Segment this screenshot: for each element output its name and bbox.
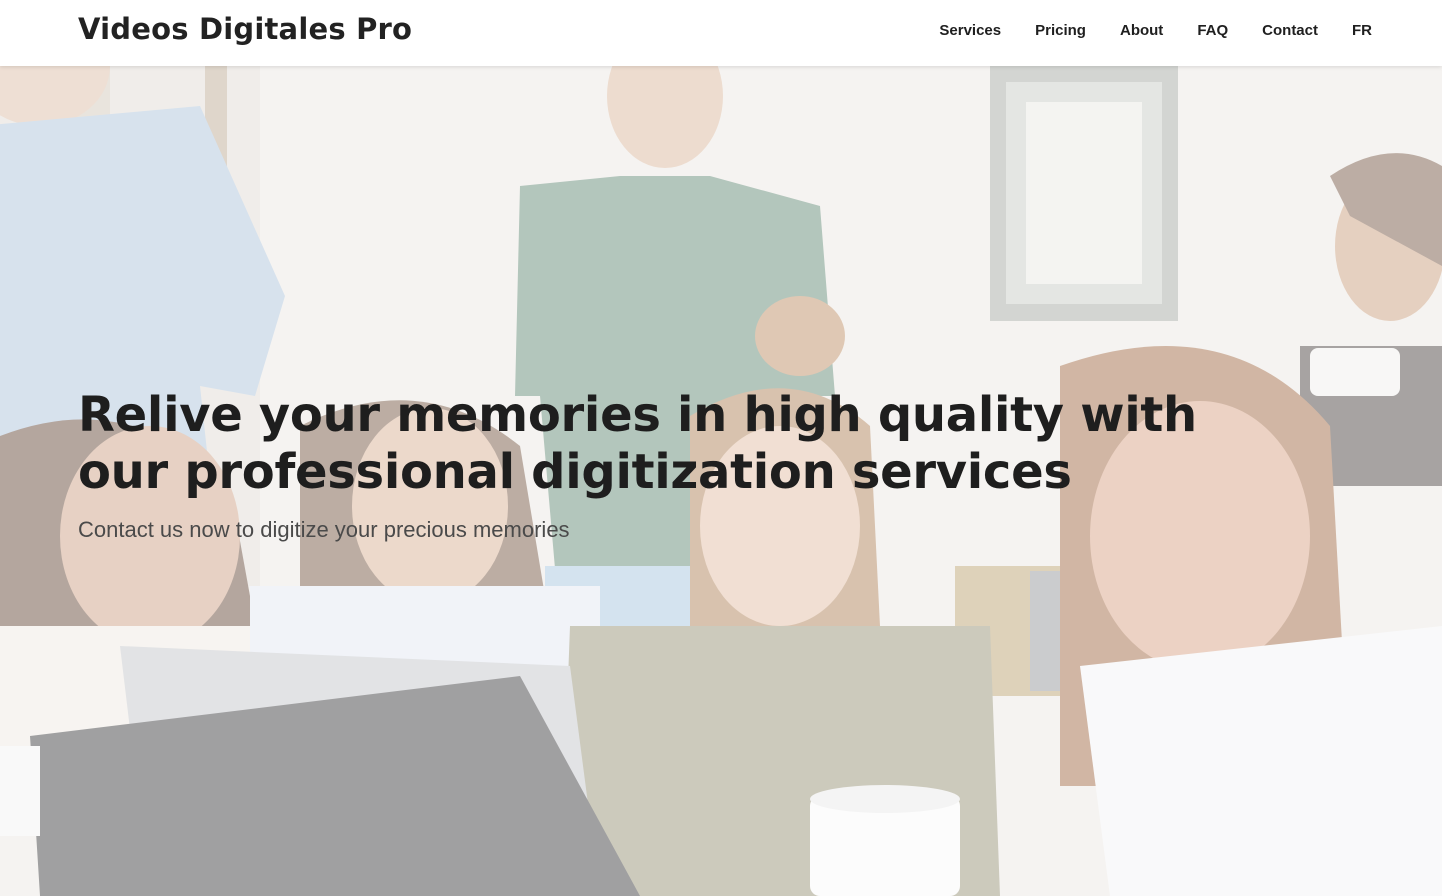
nav-faq[interactable]: FAQ — [1197, 22, 1228, 40]
main-nav: Services Pricing About FAQ Contact FR — [939, 22, 1372, 40]
nav-about[interactable]: About — [1120, 22, 1163, 40]
brand-logo-link[interactable]: Videos Digitales Pro — [78, 12, 412, 46]
nav-contact[interactable]: Contact — [1262, 22, 1318, 40]
nav-services[interactable]: Services — [939, 22, 1001, 40]
hero-headline: Relive your memories in high quality wit… — [78, 387, 1197, 500]
nav-language-fr[interactable]: FR — [1352, 22, 1372, 40]
site-header: Videos Digitales Pro Services Pricing Ab… — [0, 0, 1442, 66]
hero-subheadline: Contact us now to digitize your precious… — [78, 517, 570, 542]
nav-pricing[interactable]: Pricing — [1035, 22, 1086, 40]
hero-section: Relive your memories in high quality wit… — [0, 66, 1442, 896]
